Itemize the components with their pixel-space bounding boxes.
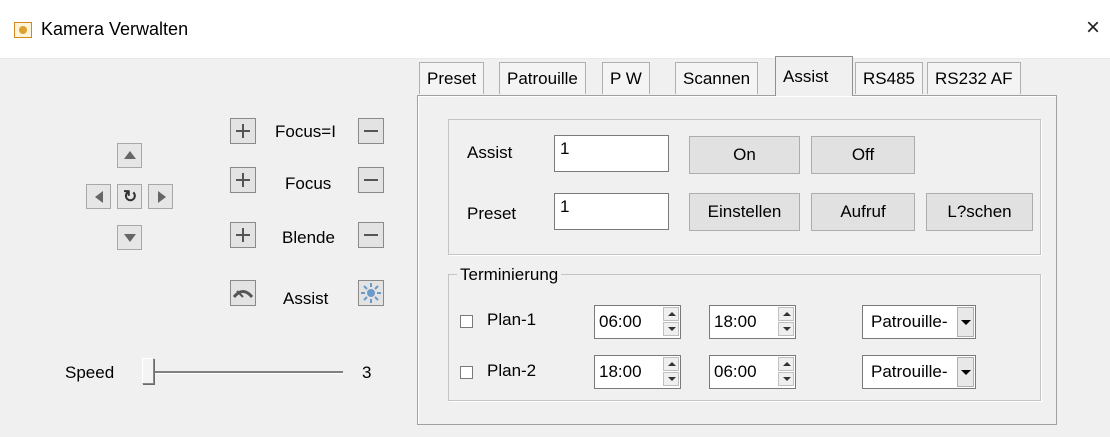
preset-field-label: Preset: [467, 204, 517, 223]
arrow-right-icon: [158, 191, 166, 203]
assist-number-input[interactable]: 1: [554, 135, 669, 172]
pan-right-button[interactable]: [148, 184, 173, 209]
plan-2-start-down-icon[interactable]: [663, 372, 679, 386]
zoom-minus-button[interactable]: [358, 118, 384, 144]
plan-1-start-down-icon[interactable]: [663, 322, 679, 336]
pan-up-button[interactable]: [117, 143, 142, 168]
plan-2-end-down-icon[interactable]: [778, 372, 794, 386]
pan-left-button[interactable]: [86, 184, 111, 209]
light-icon: [361, 283, 381, 303]
zoom-label: Focus=I: [275, 122, 336, 141]
plan-1-end-down-icon[interactable]: [778, 322, 794, 336]
plan-2-start-up-icon[interactable]: [663, 357, 679, 371]
wiper-button[interactable]: [230, 280, 256, 306]
plan-2-end-up-icon[interactable]: [778, 357, 794, 371]
pan-down-button[interactable]: [117, 225, 142, 250]
preset-number-input[interactable]: 1: [554, 193, 669, 230]
iris-label: Blende: [282, 228, 335, 247]
tab-rs485[interactable]: RS485: [855, 62, 923, 94]
call-preset-button[interactable]: Aufruf: [811, 193, 915, 231]
tab-preset[interactable]: Preset: [419, 62, 485, 94]
plan-2-end-value: 06:00: [714, 362, 757, 381]
plan-1-checkbox[interactable]: [460, 315, 473, 328]
speed-value: 3: [362, 363, 372, 382]
delete-preset-button[interactable]: L?schen: [926, 193, 1033, 231]
tab-rs232-af[interactable]: RS232 AF: [927, 62, 1021, 94]
chevron-down-icon[interactable]: [957, 357, 974, 387]
arrow-left-icon: [95, 191, 103, 203]
plan-1-start-time[interactable]: 06:00: [594, 305, 681, 339]
close-icon[interactable]: ×: [1080, 14, 1106, 42]
assist-off-button[interactable]: Off: [811, 136, 915, 174]
app-icon: [14, 22, 32, 38]
zoom-plus-button[interactable]: [230, 118, 256, 144]
wiper-icon: [232, 290, 254, 299]
tab-pw[interactable]: P W: [602, 62, 650, 94]
set-preset-button[interactable]: Einstellen: [689, 193, 800, 231]
focus-minus-button[interactable]: [358, 167, 384, 193]
plan-2-start-time[interactable]: 18:00: [594, 355, 681, 389]
plan-1-start-value: 06:00: [599, 312, 642, 331]
plan-2-mode-select[interactable]: Patrouille-: [862, 355, 976, 389]
assist-on-button[interactable]: On: [689, 136, 800, 174]
arrow-down-icon: [124, 234, 136, 242]
assist-label: Assist: [283, 289, 329, 308]
plan-1-start-up-icon[interactable]: [663, 307, 679, 321]
speed-label: Speed: [65, 363, 115, 382]
plan-1-end-up-icon[interactable]: [778, 307, 794, 321]
focus-label: Focus: [285, 174, 332, 193]
schedule-group-title: Terminierung: [457, 265, 562, 285]
tab-assist[interactable]: Assist: [775, 56, 853, 96]
plan-2-mode-value: Patrouille-: [871, 362, 948, 381]
refresh-icon: ↻: [123, 187, 138, 206]
arrow-up-icon: [124, 151, 136, 159]
plan-1-end-value: 18:00: [714, 312, 757, 331]
focus-plus-button[interactable]: [230, 167, 256, 193]
iris-plus-button[interactable]: [230, 222, 256, 248]
light-button[interactable]: [358, 280, 384, 306]
speed-slider-track[interactable]: [153, 371, 343, 374]
window-title: Kamera Verwalten: [41, 19, 189, 39]
plan-1-end-time[interactable]: 18:00: [709, 305, 796, 339]
plan-1-label: Plan-1: [487, 310, 537, 329]
iris-minus-button[interactable]: [358, 222, 384, 248]
plan-2-checkbox[interactable]: [460, 366, 473, 379]
home-reset-button[interactable]: ↻: [117, 184, 142, 209]
assist-field-label: Assist: [467, 143, 513, 162]
plan-2-label: Plan-2: [487, 361, 537, 380]
chevron-down-icon[interactable]: [957, 307, 974, 337]
tab-patrol[interactable]: Patrouille: [499, 62, 586, 94]
plan-2-start-value: 18:00: [599, 362, 642, 381]
plan-2-end-time[interactable]: 06:00: [709, 355, 796, 389]
tab-scan[interactable]: Scannen: [675, 62, 759, 94]
plan-1-mode-select[interactable]: Patrouille-: [862, 305, 976, 339]
speed-slider-thumb[interactable]: [142, 358, 154, 384]
plan-1-mode-value: Patrouille-: [871, 312, 948, 331]
